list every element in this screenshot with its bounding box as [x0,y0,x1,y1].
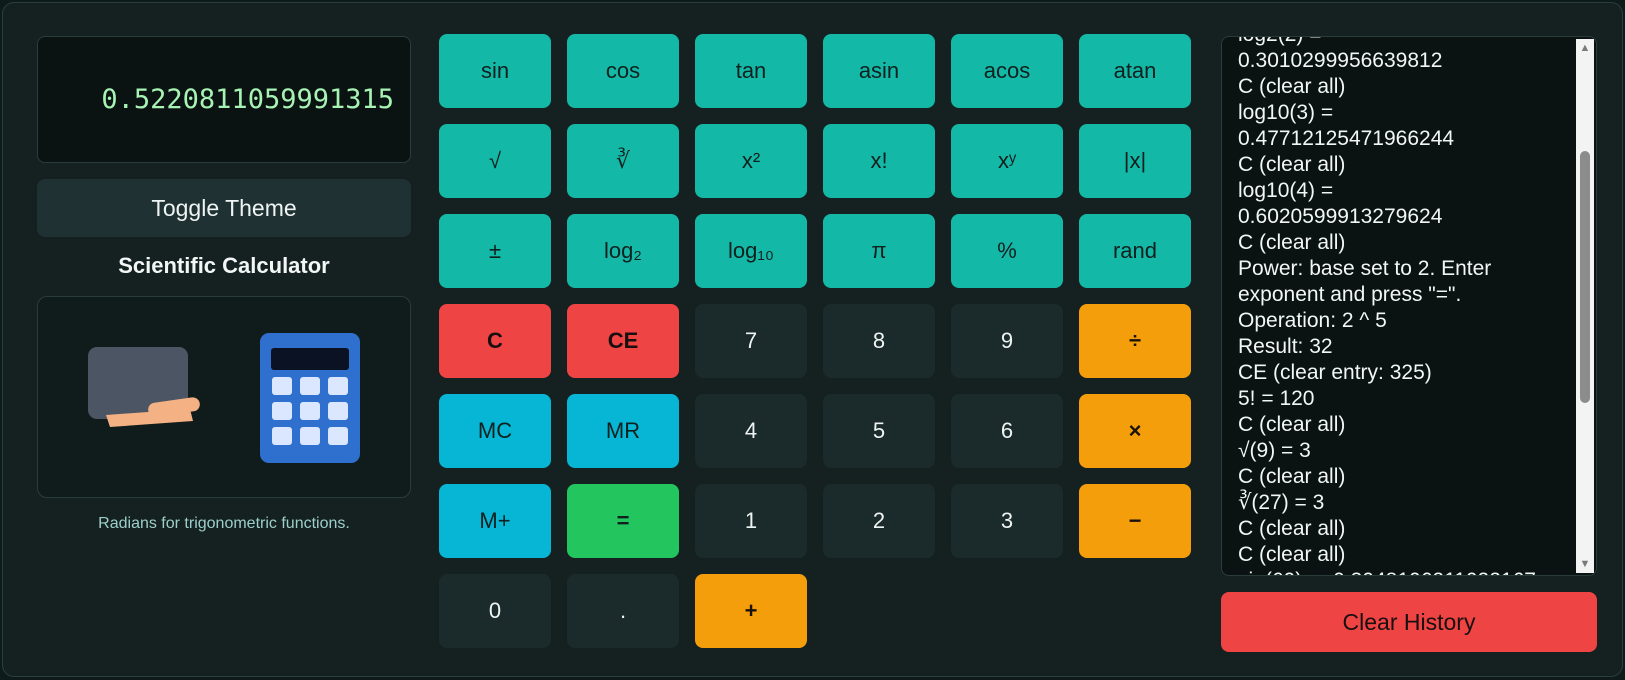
history-list: log2(2) =0.3010299956639812 C (clear all)… [1238,37,1568,575]
history-entry: ∛(27) = 3 [1238,491,1325,514]
history-entry: 5! = 120 [1238,387,1315,410]
digit-7-button[interactable]: 7 [695,304,807,378]
history-entry: log10(3) = [1238,101,1334,124]
tan-button[interactable]: tan [695,34,807,108]
equals-button[interactable]: = [567,484,679,558]
history-entry: Operation: 2 ^ 5 [1238,309,1387,332]
factorial-button[interactable]: x! [823,124,935,198]
percent-button[interactable]: % [951,214,1063,288]
history-entry: C (clear all) [1238,153,1346,176]
acos-button[interactable]: acos [951,34,1063,108]
add-button[interactable]: + [695,574,807,648]
decimal-button[interactable]: . [567,574,679,648]
cbrt-button[interactable]: ∛ [567,124,679,198]
clear-history-button[interactable]: Clear History [1221,592,1597,652]
memory-clear-button[interactable]: MC [439,394,551,468]
sqrt-button[interactable]: √ [439,124,551,198]
digit-0-button[interactable]: 0 [439,574,551,648]
radians-note: Radians for trigonometric functions. [98,515,350,532]
history-panel[interactable]: log2(2) =0.3010299956639812 C (clear all)… [1221,36,1597,576]
history-entry: log2(2) = [1238,37,1568,48]
history-entry: C (clear all) [1238,231,1346,254]
app-title: Scientific Calculator [118,253,330,278]
atan-button[interactable]: atan [1079,34,1191,108]
log2-button[interactable]: log₂ [567,214,679,288]
history-entry: CE (clear entry: 325) [1238,361,1432,384]
history-entry: 0.4771212547196624​4 [1238,127,1455,150]
hand-and-calculator-icon [88,333,360,463]
digit-5-button[interactable]: 5 [823,394,935,468]
pi-button[interactable]: π [823,214,935,288]
history-entry: Power: base set to 2. Enter [1238,257,1492,280]
square-button[interactable]: x² [695,124,807,198]
digit-8-button[interactable]: 8 [823,304,935,378]
digit-6-button[interactable]: 6 [951,394,1063,468]
history-entry: √(9) = 3 [1238,439,1311,462]
multiply-button[interactable]: × [1079,394,1191,468]
history-entry: C (clear all) [1238,517,1346,540]
abs-button[interactable]: |x| [1079,124,1191,198]
digit-2-button[interactable]: 2 [823,484,935,558]
digit-4-button[interactable]: 4 [695,394,807,468]
memory-add-button[interactable]: M+ [439,484,551,558]
history-entry: sin(60) = -0.3048106211022167 [1238,568,1568,575]
history-entry: C (clear all) [1238,543,1346,566]
history-entry: C (clear all) [1238,465,1346,488]
calculator-illustration [37,296,411,498]
history-entry: exponent and press "=". [1238,283,1462,306]
memory-recall-button[interactable]: MR [567,394,679,468]
clear-entry-button[interactable]: CE [567,304,679,378]
history-entry: C (clear all) [1238,413,1346,436]
scroll-thumb[interactable] [1580,151,1590,403]
display-value: 0.5220811059991315 [101,84,394,115]
negate-button[interactable]: ± [439,214,551,288]
display-screen: 0.5220811059991315 [37,36,411,163]
divide-button[interactable]: ÷ [1079,304,1191,378]
digit-3-button[interactable]: 3 [951,484,1063,558]
scroll-up-icon[interactable]: ▲ [1576,39,1594,57]
history-entry: log10(4) = [1238,179,1334,202]
cos-button[interactable]: cos [567,34,679,108]
rand-button[interactable]: rand [1079,214,1191,288]
toggle-theme-button[interactable]: Toggle Theme [37,179,411,237]
digit-1-button[interactable]: 1 [695,484,807,558]
subtract-button[interactable]: − [1079,484,1191,558]
log10-button[interactable]: log₁₀ [695,214,807,288]
history-entry: Result: 32 [1238,335,1333,358]
history-scrollbar[interactable]: ▲ ▼ [1576,39,1594,573]
asin-button[interactable]: asin [823,34,935,108]
history-entry: C (clear all) [1238,75,1346,98]
digit-9-button[interactable]: 9 [951,304,1063,378]
power-button[interactable]: xʸ [951,124,1063,198]
history-entry: 0.3010299956639812 [1238,49,1443,72]
sin-button[interactable]: sin [439,34,551,108]
scroll-down-icon[interactable]: ▼ [1576,555,1594,573]
clear-button[interactable]: C [439,304,551,378]
calculator-frame: 0.5220811059991315 Toggle Theme Scientif… [2,2,1623,677]
history-entry: 0.6020599913279624 [1238,205,1443,228]
